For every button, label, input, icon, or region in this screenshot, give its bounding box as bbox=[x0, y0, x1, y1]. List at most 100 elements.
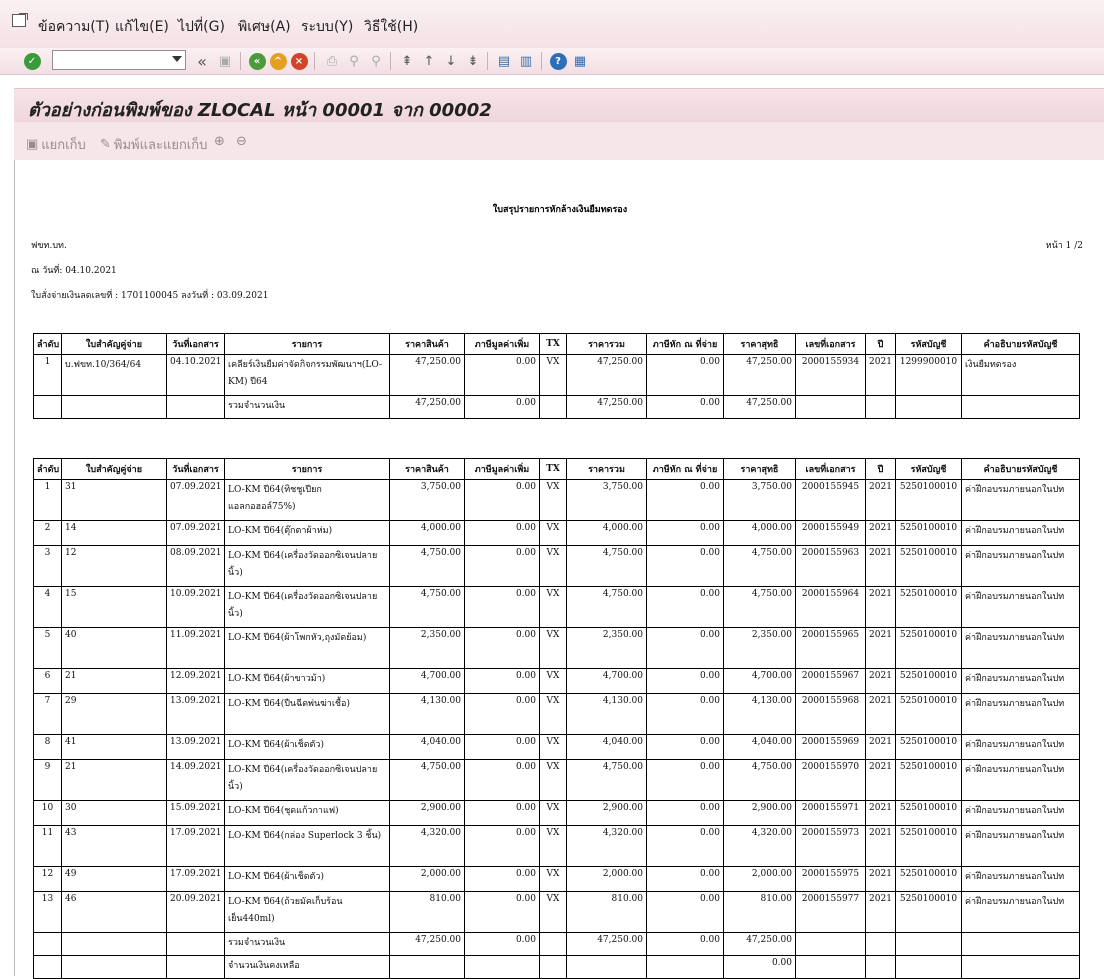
layout-menu-icon[interactable]: ▦ bbox=[570, 51, 590, 71]
menu-text[interactable]: ข้อความ(T) bbox=[38, 16, 110, 38]
cell-price: 4,130.00 bbox=[389, 693, 465, 735]
cell-account: 5250100010 bbox=[895, 545, 962, 587]
cell-vat: 0.00 bbox=[464, 545, 540, 587]
cell-vat: 0.00 bbox=[464, 759, 540, 801]
menu-extras[interactable]: พิเศษ(A) bbox=[238, 16, 291, 38]
cell-net: 47,250.00 bbox=[723, 354, 796, 396]
next-page-icon[interactable]: ↓ bbox=[441, 51, 461, 71]
cell-net: 2,000.00 bbox=[723, 866, 796, 892]
cell-price: 4,750.00 bbox=[389, 759, 465, 801]
help-icon[interactable]: ? bbox=[548, 51, 568, 71]
total-row-vat: 0.00 bbox=[464, 395, 540, 419]
empty-cell bbox=[33, 395, 62, 419]
cell-tx: VX bbox=[539, 759, 567, 801]
column-header-year: ปี bbox=[865, 458, 896, 480]
menu-exit-icon[interactable] bbox=[12, 14, 26, 27]
command-field[interactable] bbox=[52, 50, 186, 70]
print-icon[interactable]: ⎙ bbox=[322, 51, 342, 71]
zoom-in-button[interactable]: ⊕ bbox=[214, 134, 225, 149]
cancel-icon[interactable]: × bbox=[289, 51, 309, 71]
cell-voucher: 46 bbox=[61, 891, 167, 933]
cell-account: 5250100010 bbox=[895, 520, 962, 546]
cell-seq: 5 bbox=[33, 627, 62, 669]
cell-price: 4,750.00 bbox=[389, 586, 465, 628]
cell-gross: 4,750.00 bbox=[566, 759, 647, 801]
cell-net: 2,900.00 bbox=[723, 800, 796, 826]
column-header-description: รายการ bbox=[224, 458, 390, 480]
last-page-icon[interactable]: ⇟ bbox=[463, 51, 483, 71]
total-row-description: รวมจำนวนเงิน bbox=[224, 932, 390, 956]
cell-doc-no: 2000155967 bbox=[795, 668, 866, 694]
menu-goto[interactable]: ไปที่(G) bbox=[178, 16, 225, 38]
empty-cell bbox=[566, 955, 647, 979]
exit-icon[interactable]: ^ bbox=[268, 51, 288, 71]
cell-account-desc: ค่าฝึกอบรมภายนอกในปท bbox=[961, 586, 1080, 628]
cell-seq: 4 bbox=[33, 586, 62, 628]
cell-doc-date: 04.10.2021 bbox=[166, 354, 225, 396]
cell-seq: 8 bbox=[33, 734, 62, 760]
toolbar-separator bbox=[487, 52, 488, 70]
cell-wht: 0.00 bbox=[646, 668, 724, 694]
cell-description: LO-KM ปี64(ผ้าขาวม้า) bbox=[224, 668, 390, 694]
cell-seq: 12 bbox=[33, 866, 62, 892]
chevron-down-icon[interactable] bbox=[172, 56, 182, 62]
cell-account: 5250100010 bbox=[895, 479, 962, 521]
cell-price: 4,700.00 bbox=[389, 668, 465, 694]
table-row: 1 บ.ฟขท.10/364/64 04.10.2021 เคลียร์เงินยืม… bbox=[33, 354, 1080, 396]
cell-seq: 11 bbox=[33, 825, 62, 867]
cell-tx: VX bbox=[539, 479, 567, 521]
cell-year: 2021 bbox=[865, 866, 896, 892]
cell-account: 5250100010 bbox=[895, 627, 962, 669]
column-header-doc-date: วันที่เอกสาร bbox=[166, 458, 225, 480]
save-icon[interactable]: ▣ bbox=[215, 51, 235, 71]
first-page-icon[interactable]: ⇞ bbox=[397, 51, 417, 71]
cell-tx: VX bbox=[539, 545, 567, 587]
cell-voucher: 14 bbox=[61, 520, 167, 546]
cell-voucher: 31 bbox=[61, 479, 167, 521]
total-row-price: 47,250.00 bbox=[389, 932, 465, 956]
cell-description: LO-KM ปี64(ถ้วยมัคเก็บร้อนเย็น440ml) bbox=[224, 891, 390, 933]
column-header-net: ราคาสุทธิ bbox=[723, 333, 796, 355]
menu-help[interactable]: วิธีใช้(H) bbox=[364, 16, 418, 38]
column-header-account: รหัสบัญชี bbox=[895, 333, 962, 355]
print-spool-button[interactable]: ✎ พิมพ์และแยกเก็บ bbox=[100, 134, 207, 155]
cell-voucher: 30 bbox=[61, 800, 167, 826]
cell-account-desc: ค่าฝึกอบรมภายนอกในปท bbox=[961, 759, 1080, 801]
cell-net: 4,000.00 bbox=[723, 520, 796, 546]
new-session-icon[interactable]: ▤ bbox=[494, 51, 514, 71]
cell-doc-no: 2000155963 bbox=[795, 545, 866, 587]
total-row-net: 47,250.00 bbox=[723, 395, 796, 419]
toolbar-separator bbox=[390, 52, 391, 70]
table-row: 2 14 07.09.2021 LO-KM ปี64(ตุ๊กตาผ้าห่ม) 4,0… bbox=[33, 520, 1080, 546]
report-date: ณ วันที่: 04.10.2021 bbox=[31, 266, 117, 276]
cell-account-desc: ค่าฝึกอบรมภายนอกในปท bbox=[961, 668, 1080, 694]
find-icon[interactable]: ⚲ bbox=[344, 51, 364, 71]
column-header-gross: ราคารวม bbox=[566, 333, 647, 355]
empty-cell bbox=[865, 395, 896, 419]
total-row-wht: 0.00 bbox=[646, 395, 724, 419]
cell-price: 2,000.00 bbox=[389, 866, 465, 892]
empty-cell bbox=[895, 932, 962, 956]
cell-year: 2021 bbox=[865, 354, 896, 396]
cell-year: 2021 bbox=[865, 668, 896, 694]
empty-cell bbox=[33, 955, 62, 979]
cell-voucher: 15 bbox=[61, 586, 167, 628]
cell-doc-no: 2000155971 bbox=[795, 800, 866, 826]
find-next-icon[interactable]: ⚲ bbox=[366, 51, 386, 71]
back-icon[interactable]: « bbox=[247, 51, 267, 71]
menu-edit[interactable]: แก้ไข(E) bbox=[115, 16, 169, 38]
collapse-icon[interactable]: « bbox=[192, 51, 212, 71]
cell-vat: 0.00 bbox=[464, 520, 540, 546]
menu-system[interactable]: ระบบ(Y) bbox=[301, 16, 353, 38]
cell-doc-no: 2000155965 bbox=[795, 627, 866, 669]
previous-page-icon[interactable]: ↑ bbox=[419, 51, 439, 71]
shortcut-icon[interactable]: ▥ bbox=[516, 51, 536, 71]
cell-doc-date: 14.09.2021 bbox=[166, 759, 225, 801]
enter-check-icon[interactable]: ✓ bbox=[22, 51, 42, 71]
cell-wht: 0.00 bbox=[646, 479, 724, 521]
zoom-out-button[interactable]: ⊖ bbox=[236, 134, 247, 149]
column-header-tx: TX bbox=[539, 458, 567, 480]
cell-voucher: 41 bbox=[61, 734, 167, 760]
spool-button[interactable]: ▣ แยกเก็บ bbox=[26, 134, 86, 155]
empty-cell bbox=[166, 395, 225, 419]
